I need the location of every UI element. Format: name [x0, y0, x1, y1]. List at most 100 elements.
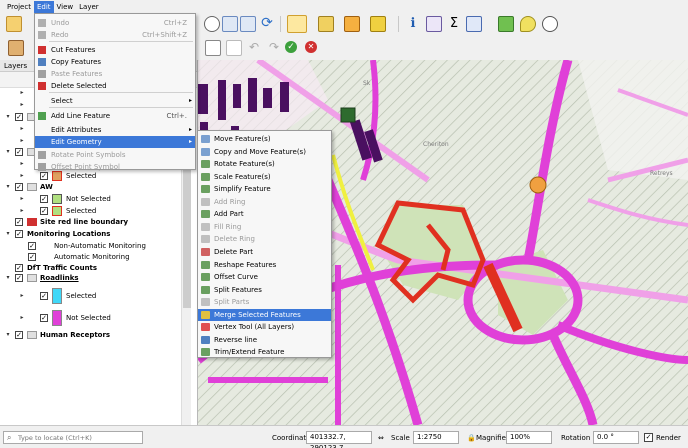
edit-menu-item[interactable]: Edit Geometry ▸ — [35, 136, 195, 148]
menu-item-shortcut: Ctrl+Shift+Z — [142, 31, 187, 39]
statistics-sigma-icon[interactable]: Σ — [446, 16, 462, 32]
map-tips-icon[interactable] — [520, 16, 536, 32]
rotation-field[interactable]: 0.0 ° — [593, 431, 639, 444]
geometry-menu-item[interactable]: Move Feature(s) — [198, 133, 331, 146]
expand-icon[interactable]: ▸ — [18, 123, 26, 135]
geometry-menu-item[interactable]: Simplify Feature — [198, 183, 331, 196]
geometry-menu-item[interactable]: Scale Feature(s) — [198, 171, 331, 184]
layer-checkbox[interactable]: ✓ — [15, 264, 23, 272]
lock-icon[interactable]: 🔒 — [467, 434, 476, 442]
geometry-menu-item[interactable]: Split Features — [198, 284, 331, 297]
edit-menu-item[interactable]: Redo Ctrl+Shift+Z — [35, 29, 195, 41]
locator-input[interactable] — [18, 433, 140, 443]
rotation-label: Rotation — [561, 434, 591, 442]
select-features-icon[interactable] — [287, 15, 307, 33]
paste-icon[interactable] — [226, 40, 242, 56]
locator-box[interactable]: ⌕ — [3, 431, 143, 444]
layer-checkbox[interactable]: ✓ — [28, 242, 36, 250]
legend-checkbox[interactable]: ✓ — [40, 195, 48, 203]
new-project-icon[interactable] — [6, 16, 22, 32]
geometry-menu-item[interactable]: Merge Selected Features — [198, 308, 331, 322]
layer-checkbox[interactable]: ✓ — [28, 253, 36, 261]
identify-icon[interactable]: ℹ — [405, 16, 421, 32]
zoom-icon[interactable] — [204, 16, 220, 32]
expand-icon[interactable]: ▸ — [18, 312, 26, 324]
coordinate-field[interactable]: 401332.7, 290123.7 — [306, 431, 372, 448]
collapse-icon[interactable]: ▾ — [4, 181, 12, 193]
geometry-menu-item[interactable]: Rotate Feature(s) — [198, 158, 331, 171]
edit-menu-item[interactable]: Undo Ctrl+Z — [35, 17, 195, 29]
layer-checkbox[interactable]: ✓ — [15, 230, 23, 238]
expand-icon[interactable]: ▸ — [18, 87, 26, 99]
zoom-full-icon[interactable] — [222, 16, 238, 32]
geometry-menu-item[interactable]: Reverse line — [198, 334, 331, 347]
save-edits-icon[interactable] — [205, 40, 221, 56]
edit-menu-item[interactable]: Delete Selected — [35, 80, 195, 92]
legend-checkbox[interactable]: ✓ — [40, 292, 48, 300]
collapse-icon[interactable]: ▾ — [4, 111, 12, 123]
expand-icon[interactable]: ▸ — [18, 99, 26, 111]
select-by-value-icon[interactable] — [318, 16, 334, 32]
measure-icon[interactable] — [498, 16, 514, 32]
menu-project[interactable]: Project — [4, 1, 34, 13]
layer-checkbox[interactable]: ✓ — [15, 183, 23, 191]
attribute-table-icon[interactable] — [426, 16, 442, 32]
geometry-menu-item[interactable]: Copy and Move Feature(s) — [198, 146, 331, 159]
edit-menu-item[interactable]: Copy Features — [35, 56, 195, 68]
expand-icon[interactable]: ▸ — [18, 135, 26, 147]
magnifier-field[interactable]: 100% — [506, 431, 552, 444]
geometry-menu-item[interactable]: Vertex Tool (All Layers) — [198, 321, 331, 334]
geometry-menu-item[interactable]: Split Parts — [198, 296, 331, 309]
search-icon[interactable] — [542, 16, 558, 32]
collapse-icon[interactable]: ▾ — [4, 329, 12, 341]
undo-icon[interactable]: ↶ — [246, 40, 262, 56]
menu-layer[interactable]: Layer — [76, 1, 102, 13]
geometry-menu-item[interactable]: Delete Part — [198, 246, 331, 259]
edit-menu-item[interactable]: Rotate Point Symbols — [35, 149, 195, 161]
menu-item-icon — [38, 19, 46, 27]
layer-checkbox[interactable]: ✓ — [15, 218, 23, 226]
legend-checkbox[interactable]: ✓ — [40, 314, 48, 322]
geometry-menu-item[interactable]: Trim/Extend Feature — [198, 346, 331, 359]
edit-menu-item[interactable]: Paste Features — [35, 68, 195, 80]
edit-menu-item[interactable]: Add Line Feature Ctrl+. — [35, 110, 195, 122]
collapse-icon[interactable]: ▾ — [4, 228, 12, 240]
menu-edit[interactable]: Edit — [33, 0, 54, 13]
scale-combo[interactable]: 1:2750 — [413, 431, 459, 444]
layer-checkbox[interactable]: ✓ — [15, 113, 23, 121]
collapse-icon[interactable]: ▾ — [4, 272, 12, 284]
refresh-icon[interactable]: ⟳ — [259, 16, 275, 32]
legend-checkbox[interactable]: ✓ — [40, 172, 48, 180]
commit-check-icon[interactable]: ✓ — [285, 41, 297, 53]
layer-checkbox[interactable]: ✓ — [15, 331, 23, 339]
legend-checkbox[interactable]: ✓ — [40, 207, 48, 215]
render-checkbox[interactable]: ✓ — [644, 433, 653, 442]
edit-menu-item[interactable]: Edit Attributes ▸ — [35, 124, 195, 136]
field-calculator-icon[interactable] — [466, 16, 482, 32]
redo-icon[interactable]: ↷ — [266, 40, 282, 56]
expand-icon[interactable]: ▸ — [18, 193, 26, 205]
layer-checkbox[interactable]: ✓ — [15, 274, 23, 282]
collapse-icon[interactable]: ▾ — [4, 146, 12, 158]
rollback-icon[interactable]: ✕ — [305, 41, 317, 53]
geometry-tool-icon — [201, 247, 210, 256]
edit-menu-item[interactable]: Select ▸ — [35, 95, 195, 107]
expand-icon[interactable]: ▸ — [18, 205, 26, 217]
edit-menu-item[interactable]: Cut Features — [35, 44, 195, 56]
menu-view[interactable]: View — [54, 1, 77, 13]
geometry-menu-item[interactable]: Delete Ring — [198, 233, 331, 246]
expand-icon[interactable]: ▸ — [18, 158, 26, 170]
expand-icon[interactable]: ▸ — [18, 170, 26, 182]
select-location-icon[interactable] — [370, 16, 386, 32]
toggle-editing-icon[interactable] — [8, 40, 24, 56]
expand-icon[interactable]: ▸ — [18, 290, 26, 302]
zoom-selection-icon[interactable] — [240, 16, 256, 32]
geometry-menu-item[interactable]: Reshape Features — [198, 259, 331, 272]
geometry-menu-item[interactable]: Add Part — [198, 208, 331, 221]
layer-checkbox[interactable]: ✓ — [15, 148, 23, 156]
geometry-menu-item[interactable]: Add Ring — [198, 196, 331, 209]
deselect-icon[interactable] — [344, 16, 360, 32]
geometry-menu-item[interactable]: Fill Ring — [198, 221, 331, 234]
edit-menu-item[interactable]: Offset Point Symbol — [35, 161, 195, 173]
geometry-menu-item[interactable]: Offset Curve — [198, 271, 331, 284]
